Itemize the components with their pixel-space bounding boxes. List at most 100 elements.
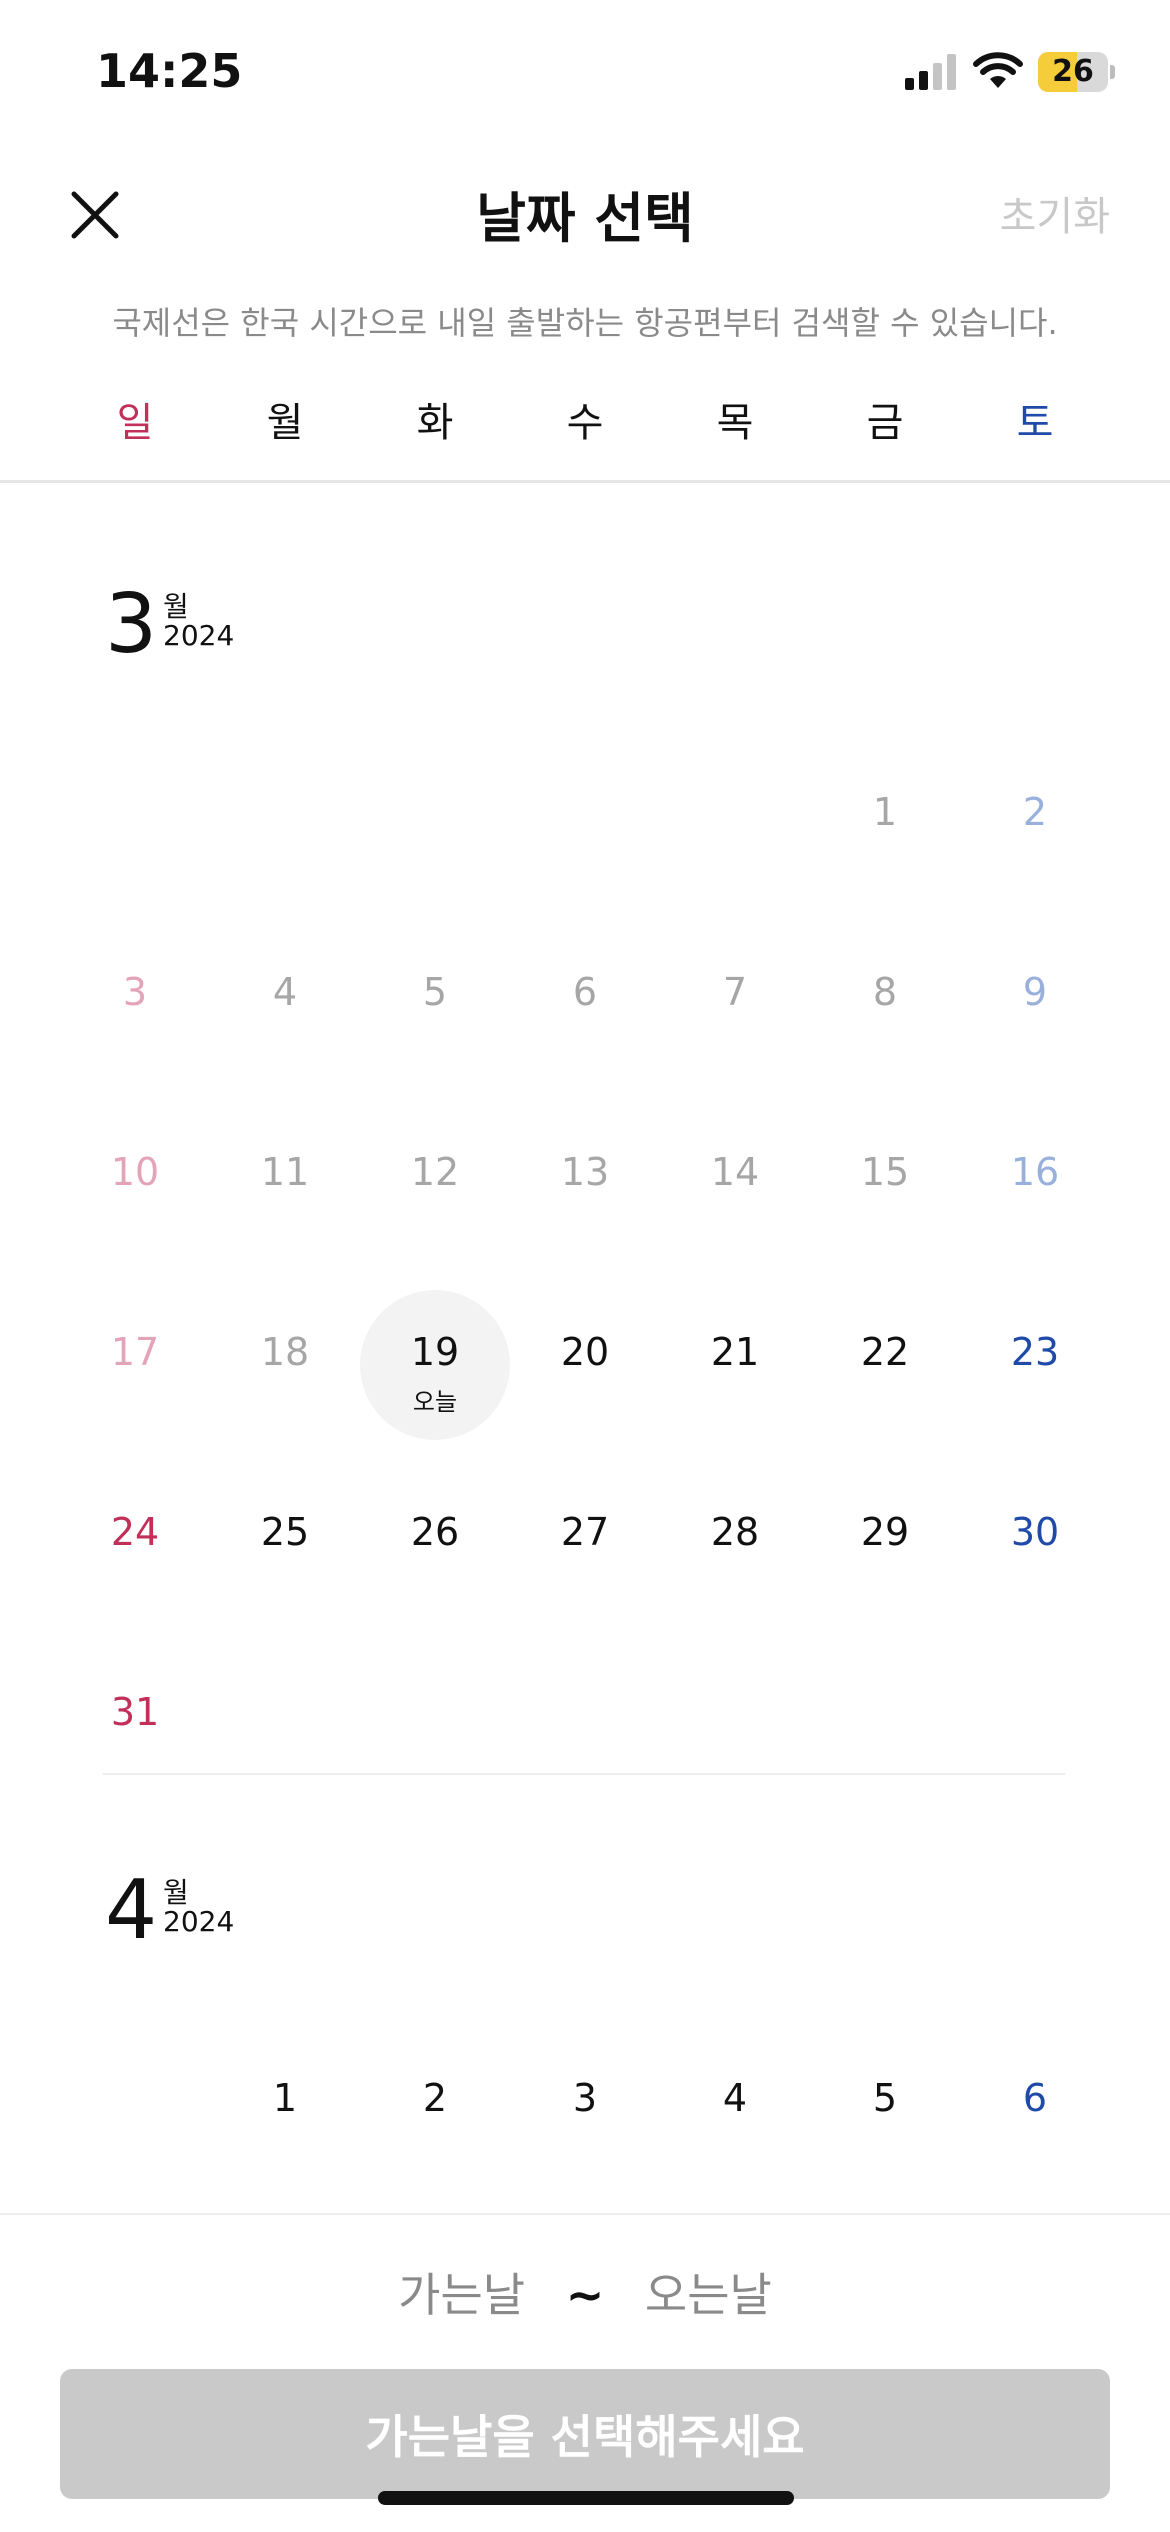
day-cell[interactable]: 20 (510, 1290, 660, 1470)
day-number: 7 (722, 970, 748, 1014)
home-indicator (378, 2491, 794, 2505)
day-number: 4 (722, 2076, 748, 2120)
day-number: 3 (122, 970, 148, 1014)
notice-text: 국제선은 한국 시간으로 내일 출발하는 항공편부터 검색할 수 있습니다. (112, 304, 1058, 342)
day-number: 16 (1010, 1150, 1060, 1194)
day-cell[interactable]: 24 (60, 1470, 210, 1650)
day-number: 12 (410, 1150, 460, 1194)
day-cell: 16 (960, 1110, 1110, 1290)
day-number: 6 (1022, 2076, 1048, 2120)
day-cell: 17 (60, 1290, 210, 1470)
day-number: 30 (1010, 1510, 1060, 1554)
day-number: 4 (272, 970, 298, 1014)
day-cell[interactable]: 30 (960, 1470, 1110, 1650)
day-cell: 8 (810, 930, 960, 1110)
day-cell[interactable]: 29 (810, 1470, 960, 1650)
day-cell: 13 (510, 1110, 660, 1290)
day-cell[interactable]: 22 (810, 1290, 960, 1470)
month-divider (103, 1773, 1065, 1775)
departure-date-label[interactable]: 가는날 (398, 2268, 525, 2322)
day-cell[interactable]: 19 오늘 (360, 1290, 510, 1470)
day-cell: 4 (210, 930, 360, 1110)
status-bar: 14:25 26 (0, 0, 1170, 150)
bottom-panel: 가는날 ~ 오는날 가는날을 선택해주세요 (0, 2213, 1170, 2532)
day-cell[interactable]: 31 (60, 1650, 210, 1830)
month-year: 2024 (163, 1905, 235, 1938)
day-cell: 14 (660, 1110, 810, 1290)
day-number: 13 (560, 1150, 610, 1194)
day-number: 9 (1022, 970, 1048, 1014)
day-cell[interactable]: 26 (360, 1470, 510, 1650)
day-cell: 18 (210, 1290, 360, 1470)
status-time: 14:25 (96, 44, 243, 98)
day-cell[interactable]: 21 (660, 1290, 810, 1470)
day-cell: 9 (960, 930, 1110, 1110)
day-number: 18 (260, 1330, 310, 1374)
day-number: 14 (710, 1150, 760, 1194)
weekday-label: 월 (266, 400, 304, 446)
day-cell: 3 (60, 930, 210, 1110)
weekday-label: 금 (866, 400, 904, 446)
wifi-icon (973, 52, 1023, 88)
day-cell[interactable]: 5 (810, 2036, 960, 2213)
day-cell[interactable]: 4 (660, 2036, 810, 2213)
day-number: 2 (1022, 790, 1048, 834)
day-number: 1 (272, 2076, 298, 2120)
day-number: 1 (872, 790, 898, 834)
day-cell: 12 (360, 1110, 510, 1290)
battery-icon: 26 (1038, 52, 1115, 92)
day-cell[interactable]: 1 (210, 2036, 360, 2213)
weekday-label: 수 (566, 400, 604, 446)
weekday-header: 일 월 화 수 목 금 토 (60, 390, 1110, 450)
day-cell: 5 (360, 930, 510, 1110)
weekday-label: 일 (116, 400, 154, 446)
select-departure-button[interactable]: 가는날을 선택해주세요 (60, 2369, 1110, 2499)
day-number: 24 (110, 1510, 160, 1554)
day-number: 21 (710, 1330, 760, 1374)
day-cell: 11 (210, 1110, 360, 1290)
day-cell[interactable]: 23 (960, 1290, 1110, 1470)
day-number: 10 (110, 1150, 160, 1194)
signal-icon (905, 54, 956, 90)
reset-button[interactable]: 초기화 (1000, 184, 1110, 242)
day-number: 28 (710, 1510, 760, 1554)
day-number: 22 (860, 1330, 910, 1374)
return-date-label[interactable]: 오는날 (645, 2268, 772, 2322)
weekday-label: 목 (716, 400, 754, 446)
day-number: 11 (260, 1150, 310, 1194)
month-number: 4 (105, 1863, 158, 1958)
day-number: 20 (560, 1330, 610, 1374)
page-title: 날짜 선택 (476, 187, 694, 250)
day-cell[interactable]: 3 (510, 2036, 660, 2213)
day-cell[interactable]: 27 (510, 1470, 660, 1650)
day-cell: 2 (960, 750, 1110, 930)
day-number: 23 (1010, 1330, 1060, 1374)
month-year: 2024 (163, 619, 235, 652)
day-number: 19 (410, 1330, 460, 1374)
range-separator: ~ (565, 2268, 605, 2322)
day-number: 31 (110, 1690, 160, 1734)
day-cell: 1 (810, 750, 960, 930)
day-cell: 15 (810, 1110, 960, 1290)
day-number: 5 (872, 2076, 898, 2120)
day-number: 6 (572, 970, 598, 1014)
weekday-label: 화 (416, 400, 454, 446)
month-number: 3 (105, 577, 158, 672)
day-number: 17 (110, 1330, 160, 1374)
day-cell: 10 (60, 1110, 210, 1290)
day-cell[interactable]: 6 (960, 2036, 1110, 2213)
weekday-label: 토 (1016, 400, 1054, 446)
today-label: 오늘 (412, 1388, 458, 1416)
calendar-scroll[interactable]: 3 월 2024 1 2 3 4 5 6 7 8 9 10 11 12 13 14 15 16 17 18 19 오늘… (0, 483, 1170, 2213)
date-range-display: 가는날 ~ 오는날 (0, 2259, 1170, 2325)
day-cell[interactable]: 28 (660, 1470, 810, 1650)
day-number: 5 (422, 970, 448, 1014)
header: 날짜 선택 초기화 (0, 150, 1170, 270)
day-cell[interactable]: 25 (210, 1470, 360, 1650)
day-cell[interactable]: 2 (360, 2036, 510, 2213)
day-number: 27 (560, 1510, 610, 1554)
day-number: 25 (260, 1510, 310, 1554)
day-number: 8 (872, 970, 898, 1014)
day-cell: 7 (660, 930, 810, 1110)
battery-level: 26 (1052, 54, 1094, 89)
